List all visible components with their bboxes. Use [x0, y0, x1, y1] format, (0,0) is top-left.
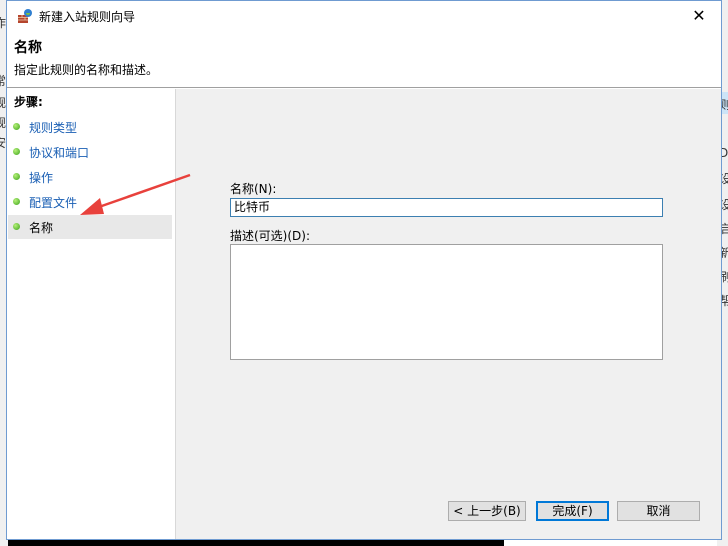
annotation-arrow [80, 173, 191, 215]
taskbar-strip [8, 540, 504, 546]
